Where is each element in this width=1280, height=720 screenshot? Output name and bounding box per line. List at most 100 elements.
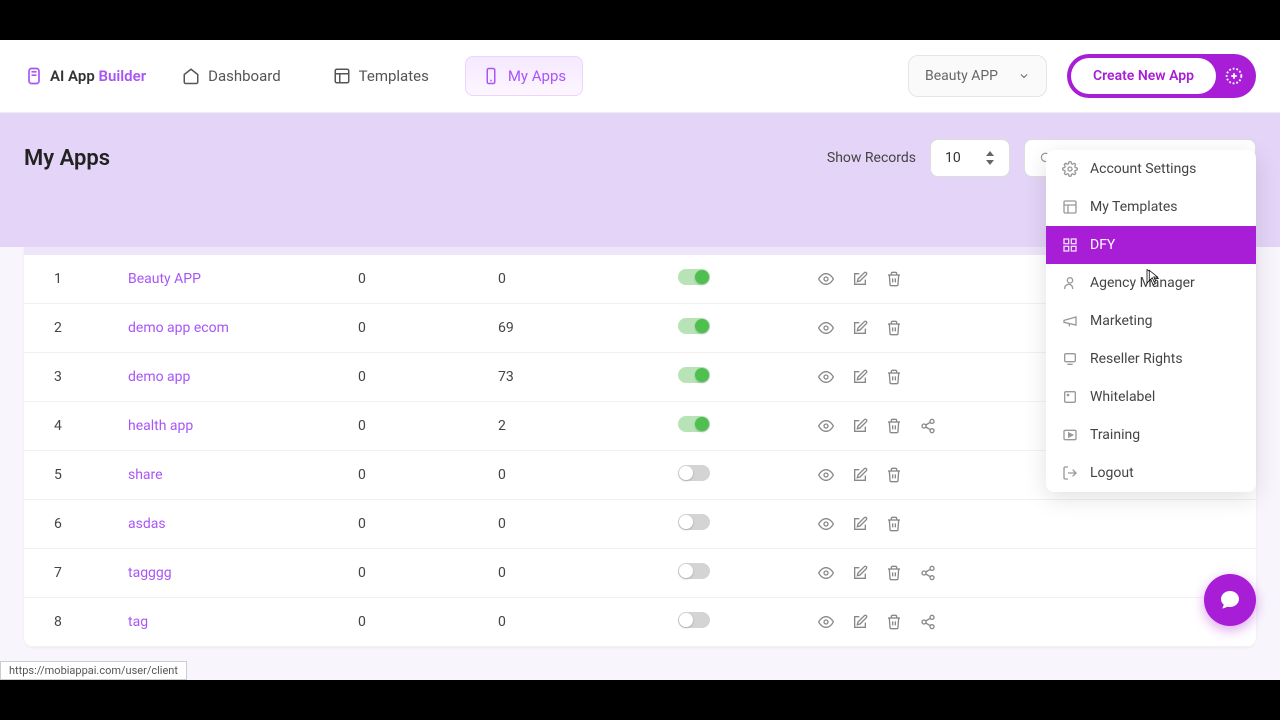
tag-icon <box>1062 389 1078 405</box>
cell-title[interactable]: health app <box>114 402 344 451</box>
mobile-icon <box>482 67 500 85</box>
cell-views: 0 <box>484 598 664 647</box>
nav-dashboard[interactable]: Dashboard <box>166 57 297 95</box>
cell-num: 5 <box>24 451 114 500</box>
view-action[interactable] <box>818 614 834 630</box>
view-action[interactable] <box>818 516 834 532</box>
cell-views: 69 <box>484 304 664 353</box>
show-records-label: Show Records <box>827 150 916 166</box>
cell-title[interactable]: tag <box>114 598 344 647</box>
view-action[interactable] <box>818 467 834 483</box>
edit-action[interactable] <box>852 369 868 385</box>
cell-installs: 0 <box>344 402 484 451</box>
share-action[interactable] <box>920 565 936 581</box>
cell-title[interactable]: tagggg <box>114 549 344 598</box>
share-action[interactable] <box>920 418 936 434</box>
records-select[interactable]: 10 <box>930 139 1010 177</box>
status-toggle[interactable] <box>678 416 710 432</box>
nav-myapps[interactable]: My Apps <box>465 56 583 96</box>
status-bar: https://mobiappai.com/user/client <box>0 661 187 680</box>
menu-marketing[interactable]: Marketing <box>1046 302 1256 340</box>
cell-actions <box>804 549 1256 598</box>
nav-templates[interactable]: Templates <box>317 57 445 95</box>
badge-icon <box>1062 351 1078 367</box>
edit-action[interactable] <box>852 320 868 336</box>
records-select-value: 10 <box>945 150 961 166</box>
delete-action[interactable] <box>886 614 902 630</box>
edit-action[interactable] <box>852 516 868 532</box>
cell-num: 8 <box>24 598 114 647</box>
menu-whitelabel[interactable]: Whitelabel <box>1046 378 1256 416</box>
cell-status <box>664 500 804 549</box>
nav-label: Templates <box>359 67 429 85</box>
cell-status <box>664 549 804 598</box>
edit-action[interactable] <box>852 467 868 483</box>
menu-account-settings[interactable]: Account Settings <box>1046 150 1256 188</box>
view-action[interactable] <box>818 418 834 434</box>
cell-num: 6 <box>24 500 114 549</box>
menu-label: Whitelabel <box>1090 389 1155 405</box>
view-action[interactable] <box>818 320 834 336</box>
create-app-wrap: Create New App <box>1067 54 1256 98</box>
chat-fab[interactable] <box>1204 574 1256 626</box>
menu-dfy[interactable]: DFY <box>1046 226 1256 264</box>
delete-action[interactable] <box>886 565 902 581</box>
view-action[interactable] <box>818 369 834 385</box>
edit-action[interactable] <box>852 614 868 630</box>
cell-title[interactable]: share <box>114 451 344 500</box>
cell-status <box>664 255 804 304</box>
cell-installs: 0 <box>344 255 484 304</box>
menu-label: Logout <box>1090 465 1134 481</box>
cell-status <box>664 304 804 353</box>
create-plus-button[interactable] <box>1216 58 1252 94</box>
status-toggle[interactable] <box>678 563 710 579</box>
status-toggle[interactable] <box>678 269 710 285</box>
edit-action[interactable] <box>852 565 868 581</box>
menu-agency-manager[interactable]: Agency Manager <box>1046 264 1256 302</box>
delete-action[interactable] <box>886 418 902 434</box>
cell-installs: 0 <box>344 598 484 647</box>
menu-label: Agency Manager <box>1090 275 1195 291</box>
chevron-down-icon <box>1018 70 1030 82</box>
view-action[interactable] <box>818 565 834 581</box>
edit-action[interactable] <box>852 271 868 287</box>
status-toggle[interactable] <box>678 514 710 530</box>
share-action[interactable] <box>920 614 936 630</box>
logo[interactable]: AI App Builder <box>24 66 146 86</box>
cell-num: 2 <box>24 304 114 353</box>
menu-my-templates[interactable]: My Templates <box>1046 188 1256 226</box>
status-toggle[interactable] <box>678 367 710 383</box>
cell-title[interactable]: asdas <box>114 500 344 549</box>
edit-action[interactable] <box>852 418 868 434</box>
status-toggle[interactable] <box>678 318 710 334</box>
menu-label: DFY <box>1090 237 1115 253</box>
table-row: 7tagggg00 <box>24 549 1256 598</box>
menu-training[interactable]: Training <box>1046 416 1256 454</box>
cell-actions <box>804 500 1256 549</box>
menu-logout[interactable]: Logout <box>1046 454 1256 492</box>
status-toggle[interactable] <box>678 612 710 628</box>
app-selector[interactable]: Beauty APP <box>908 55 1047 97</box>
gear-icon <box>1062 161 1078 177</box>
menu-label: Reseller Rights <box>1090 351 1183 367</box>
cell-status <box>664 598 804 647</box>
delete-action[interactable] <box>886 320 902 336</box>
cell-title[interactable]: demo app ecom <box>114 304 344 353</box>
page-title: My Apps <box>24 146 110 171</box>
cell-title[interactable]: demo app <box>114 353 344 402</box>
create-app-button[interactable]: Create New App <box>1071 58 1216 94</box>
nav-label: Dashboard <box>208 67 281 85</box>
cell-installs: 0 <box>344 500 484 549</box>
menu-reseller-rights[interactable]: Reseller Rights <box>1046 340 1256 378</box>
cell-num: 4 <box>24 402 114 451</box>
cell-status <box>664 451 804 500</box>
sort-icon <box>985 151 995 165</box>
status-toggle[interactable] <box>678 465 710 481</box>
delete-action[interactable] <box>886 369 902 385</box>
view-action[interactable] <box>818 271 834 287</box>
delete-action[interactable] <box>886 271 902 287</box>
cell-title[interactable]: Beauty APP <box>114 255 344 304</box>
delete-action[interactable] <box>886 516 902 532</box>
top-nav: AI App Builder Dashboard Templates My Ap… <box>0 40 1280 113</box>
delete-action[interactable] <box>886 467 902 483</box>
